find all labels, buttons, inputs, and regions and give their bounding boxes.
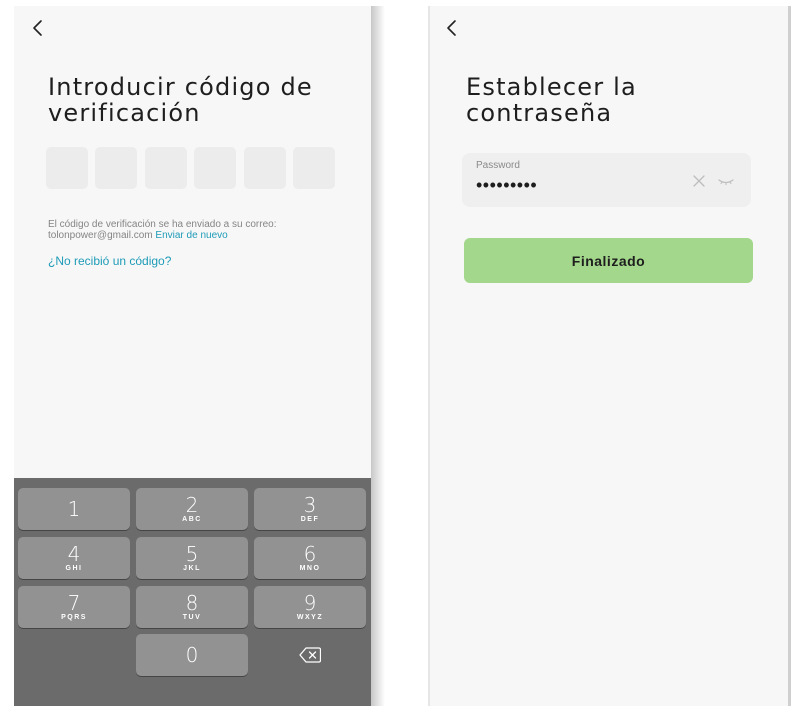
finish-button[interactable]: Finalizado [464,238,753,283]
title-line-1: Establecer la [466,73,637,101]
key-number: 7 [67,591,81,615]
set-password-screen: Establecer la contraseña Password ••••••… [430,6,788,706]
key-letters: ABC [182,516,202,523]
code-digit-box[interactable] [95,147,138,189]
key-3[interactable]: 3 DEF [254,488,366,530]
key-number: 5 [185,542,199,566]
page-title: Introducir código de verificación [48,74,313,126]
key-7[interactable]: 7 PQRS [18,586,130,628]
key-number: 2 [185,493,199,517]
key-letters: PQRS [61,614,87,621]
key-number: 0 [185,643,199,667]
key-6[interactable]: 6 MNO [254,537,366,579]
eye-closed-icon[interactable] [718,174,734,193]
email-address: tolonpower@gmail.com [48,230,153,241]
code-sent-info: El código de verificación se ha enviado … [48,219,348,241]
key-2[interactable]: 2 ABC [136,488,248,530]
key-number: 6 [303,542,317,566]
code-sent-message: El código de verificación se ha enviado … [48,219,277,230]
back-button[interactable] [440,16,464,40]
key-letters: MNO [299,565,321,572]
key-1[interactable]: 1 [18,488,130,530]
verification-screen: Introducir código de verificación El cód… [14,6,371,706]
key-letters: JKL [183,565,201,572]
key-number: 9 [303,591,317,615]
key-number: 4 [67,542,81,566]
title-line-1: Introducir código de [48,73,313,101]
key-8[interactable]: 8 TUV [136,586,248,628]
key-letters: WXYZ [296,614,324,621]
verification-code-input[interactable] [46,147,335,189]
password-label: Password [476,160,520,171]
code-digit-box[interactable] [144,147,187,189]
title-line-2: verificación [48,99,201,127]
code-digit-box[interactable] [194,147,237,189]
delete-key[interactable] [254,634,366,676]
password-field[interactable]: Password ••••••••• [462,153,751,207]
key-4[interactable]: 4 GHI [18,537,130,579]
close-icon[interactable] [692,174,706,193]
key-letters: DEF [300,516,320,523]
backspace-icon [299,647,321,663]
code-digit-box[interactable] [243,147,286,189]
password-input[interactable]: ••••••••• [476,175,537,196]
key-9[interactable]: 9 WXYZ [254,586,366,628]
key-number: 1 [67,497,81,521]
key-number: 8 [185,591,199,615]
resend-link[interactable]: Enviar de nuevo [155,230,227,241]
key-number: 3 [303,493,317,517]
screen-shadow [371,6,385,706]
title-line-2: contraseña [466,99,613,127]
key-letters: GHI [65,565,83,572]
page-title: Establecer la contraseña [466,74,637,126]
back-button[interactable] [26,16,50,40]
key-5[interactable]: 5 JKL [136,537,248,579]
chevron-left-icon [447,20,456,36]
code-digit-box[interactable] [292,147,335,189]
code-digit-box[interactable] [46,147,88,189]
key-0[interactable]: 0 [136,634,248,676]
chevron-left-icon [33,20,42,36]
no-code-link[interactable]: ¿No recibió un código? [48,254,171,268]
numeric-keypad: 1 2 ABC 3 DEF 4 GHI 5 JKL 6 MNO 7 PQRS 8… [14,478,371,706]
key-letters: TUV [182,614,202,621]
